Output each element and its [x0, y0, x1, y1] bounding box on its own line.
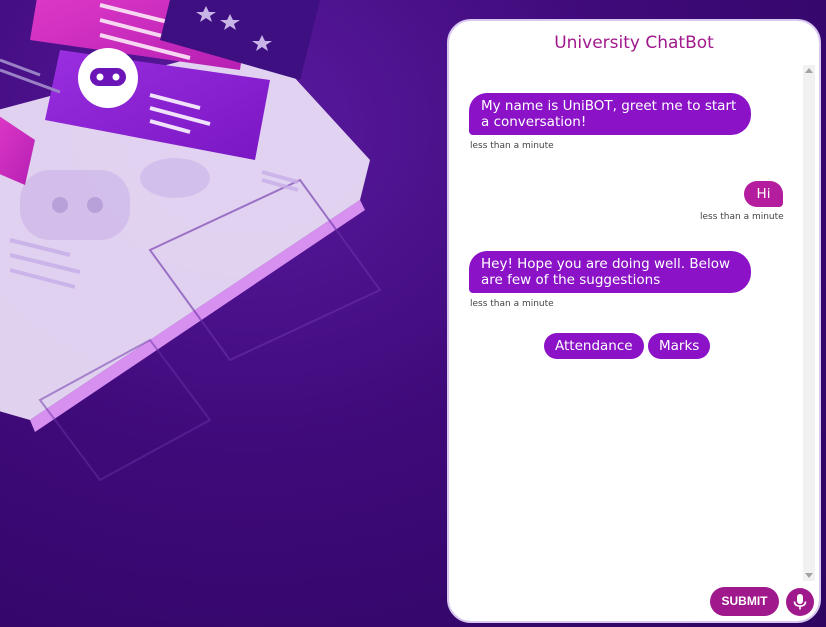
microphone-button[interactable] [786, 588, 814, 616]
message-timestamp: less than a minute [700, 212, 784, 222]
bot-message: My name is UniBOT, greet me to start a c… [469, 93, 751, 135]
scroll-up-arrow-icon[interactable] [805, 68, 813, 73]
suggestion-chip-marks[interactable]: Marks [648, 333, 711, 359]
chat-title: University ChatBot [554, 33, 714, 53]
message-timestamp: less than a minute [470, 141, 554, 151]
user-message: Hi [744, 181, 783, 207]
message-timestamp: less than a minute [470, 299, 554, 309]
chat-panel: University ChatBot My name is UniBOT, gr… [447, 19, 821, 623]
scroll-down-arrow-icon[interactable] [805, 573, 813, 578]
microphone-icon [793, 594, 807, 610]
background-illustration [0, 0, 445, 627]
chat-scrollbar[interactable] [803, 65, 815, 581]
bot-message: Hey! Hope you are doing well. Below are … [469, 251, 751, 293]
submit-button[interactable]: SUBMIT [710, 587, 779, 616]
suggestion-chip-attendance[interactable]: Attendance [544, 333, 644, 359]
chat-messages: My name is UniBOT, greet me to start a c… [449, 65, 809, 581]
